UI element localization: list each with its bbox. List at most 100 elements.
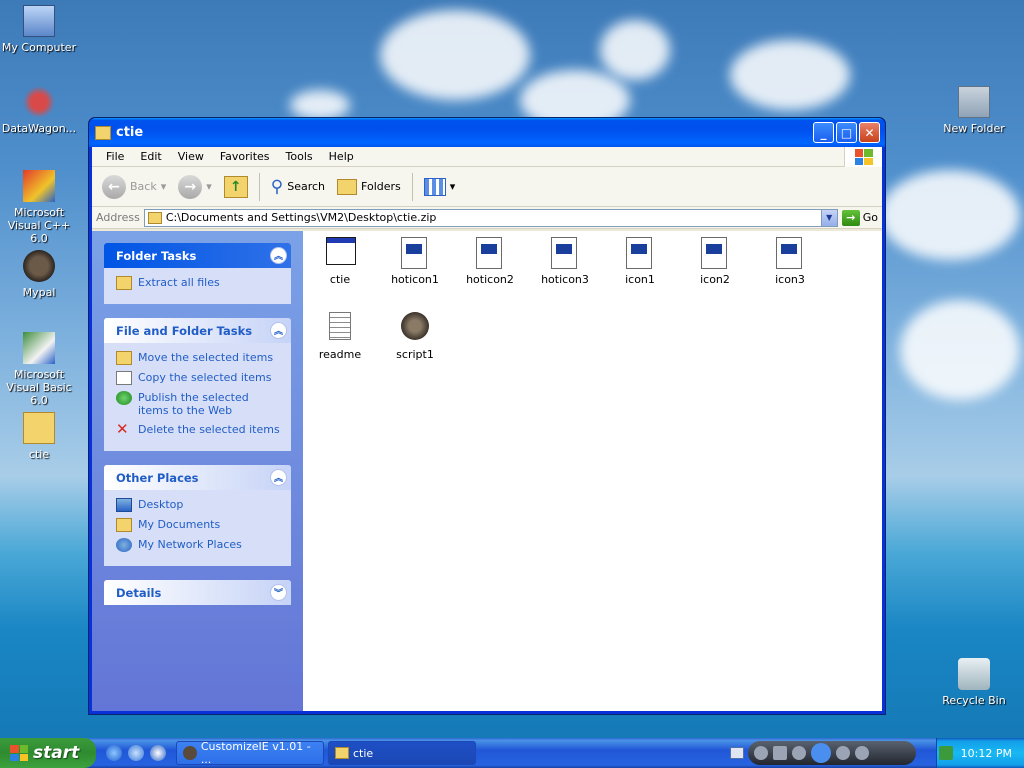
forward-arrow-icon: → xyxy=(178,174,203,199)
file-item[interactable]: hoticon3 xyxy=(528,237,602,286)
minimize-button[interactable]: _ xyxy=(813,122,834,143)
windows-logo-icon xyxy=(10,745,28,761)
views-icon xyxy=(423,177,446,196)
back-button[interactable]: ← Back ▾ xyxy=(98,173,170,201)
clock[interactable]: 10:12 PM xyxy=(961,747,1012,760)
desktop-icon-visual-cpp[interactable]: Microsoft Visual C++ 6.0 xyxy=(0,170,79,245)
file-item[interactable]: readme xyxy=(303,312,377,361)
desktop-icon-mypal[interactable]: Mypal xyxy=(0,250,79,299)
details-header[interactable]: Details ︾ xyxy=(104,580,291,605)
system-tray: 10:12 PM xyxy=(936,738,1024,768)
place-my-network-places[interactable]: My Network Places xyxy=(116,538,281,552)
media-player-icon[interactable] xyxy=(150,745,166,761)
search-button[interactable]: ⚲ Search xyxy=(267,175,329,199)
file-item[interactable]: icon1 xyxy=(603,237,677,286)
desktop-icon-datawagon[interactable]: DataWagon... xyxy=(0,86,79,135)
file-item[interactable]: hoticon1 xyxy=(378,237,452,286)
my-computer-icon xyxy=(23,5,55,37)
windows-logo-icon xyxy=(844,147,882,167)
file-item[interactable]: hoticon2 xyxy=(453,237,527,286)
network-places-icon xyxy=(116,538,132,552)
task-publish-web[interactable]: Publish the selected items to the Web xyxy=(116,391,281,417)
media-volume-icon[interactable] xyxy=(855,746,869,760)
media-playpause-icon[interactable] xyxy=(811,743,831,763)
media-next-icon[interactable] xyxy=(836,746,850,760)
menu-tools[interactable]: Tools xyxy=(278,150,321,163)
bitmap-file-icon xyxy=(701,237,727,269)
task-extract-all-files[interactable]: Extract all files xyxy=(116,276,281,290)
outlook-express-icon[interactable] xyxy=(128,745,144,761)
views-button[interactable]: ▾ xyxy=(420,176,460,198)
taskbar: start CustomizeIE v1.01 - ... ctie 10:12… xyxy=(0,738,1024,768)
folder-icon xyxy=(958,86,990,118)
place-my-documents[interactable]: My Documents xyxy=(116,518,281,532)
desktop-icon-visual-basic[interactable]: Microsoft Visual Basic 6.0 xyxy=(0,332,79,407)
task-pane: Folder Tasks ︽ Extract all files File an… xyxy=(92,231,303,711)
task-move-items[interactable]: Move the selected items xyxy=(116,351,281,365)
desktop-icon xyxy=(116,498,132,512)
file-item[interactable]: icon3 xyxy=(753,237,827,286)
file-folder-tasks-header[interactable]: File and Folder Tasks ︽ xyxy=(104,318,291,343)
taskbar-button-ctie[interactable]: ctie xyxy=(328,741,476,765)
visual-basic-shortcut-icon xyxy=(23,332,55,364)
bitmap-file-icon xyxy=(626,237,652,269)
place-desktop[interactable]: Desktop xyxy=(116,498,281,512)
collapse-chevron-icon[interactable]: ︽ xyxy=(270,322,287,339)
media-play-icon[interactable] xyxy=(754,746,768,760)
zip-folder-icon xyxy=(23,412,55,444)
media-prev-icon[interactable] xyxy=(792,746,806,760)
menu-help[interactable]: Help xyxy=(321,150,362,163)
start-button[interactable]: start xyxy=(0,738,96,768)
menu-favorites[interactable]: Favorites xyxy=(212,150,278,163)
network-tray-icon[interactable] xyxy=(938,746,953,760)
menu-file[interactable]: File xyxy=(98,150,132,163)
folder-tasks-panel: Folder Tasks ︽ Extract all files xyxy=(104,243,291,304)
desktop-icon-ctie[interactable]: ctie xyxy=(0,412,79,461)
bitmap-file-icon xyxy=(476,237,502,269)
explorer-window: ctie _ □ ✕ File Edit View Favorites Tool… xyxy=(88,117,886,715)
expand-chevron-icon[interactable]: ︾ xyxy=(270,584,287,601)
back-dropdown-icon[interactable]: ▾ xyxy=(161,180,167,193)
task-copy-items[interactable]: Copy the selected items xyxy=(116,371,281,385)
collapse-chevron-icon[interactable]: ︽ xyxy=(270,469,287,486)
address-bar: Address C:\Documents and Settings\VM2\De… xyxy=(92,207,882,229)
views-dropdown-icon: ▾ xyxy=(449,180,456,193)
folders-icon xyxy=(337,178,358,195)
taskbar-button-customizeie[interactable]: CustomizeIE v1.01 - ... xyxy=(176,740,324,766)
other-places-header[interactable]: Other Places ︽ xyxy=(104,465,291,490)
recycle-bin-icon xyxy=(958,658,990,690)
file-item[interactable]: ctie xyxy=(303,237,377,286)
desktop-icon-my-computer[interactable]: My Computer xyxy=(0,5,79,54)
file-folder-tasks-panel: File and Folder Tasks ︽ Move the selecte… xyxy=(104,318,291,451)
maximize-button[interactable]: □ xyxy=(836,122,857,143)
globe-icon xyxy=(116,391,132,405)
extract-icon xyxy=(116,276,132,290)
folder-tasks-header[interactable]: Folder Tasks ︽ xyxy=(104,243,291,268)
close-button[interactable]: ✕ xyxy=(859,122,880,143)
menu-view[interactable]: View xyxy=(170,150,212,163)
collapse-chevron-icon[interactable]: ︽ xyxy=(270,247,287,264)
go-button[interactable]: → Go xyxy=(841,209,878,226)
task-delete-items[interactable]: ✕ Delete the selected items xyxy=(116,420,281,438)
address-value: C:\Documents and Settings\VM2\Desktop\ct… xyxy=(165,211,437,224)
desktop-icon-new-folder[interactable]: New Folder xyxy=(934,86,1014,135)
keyboard-icon[interactable] xyxy=(730,747,744,759)
menu-edit[interactable]: Edit xyxy=(132,150,169,163)
address-field[interactable]: C:\Documents and Settings\VM2\Desktop\ct… xyxy=(143,208,838,227)
window-titlebar[interactable]: ctie _ □ ✕ xyxy=(89,118,885,147)
media-stop-icon[interactable] xyxy=(773,746,787,760)
address-dropdown-icon[interactable]: ▼ xyxy=(820,209,837,226)
file-list: ctie hoticon1 hoticon2 hoticon3 icon1 ic… xyxy=(303,231,882,711)
folders-button[interactable]: Folders xyxy=(333,177,405,197)
up-button[interactable]: ↑ xyxy=(220,174,252,200)
media-player-toolbar xyxy=(748,741,916,765)
forward-button[interactable]: → ▾ xyxy=(174,173,216,201)
delete-x-icon: ✕ xyxy=(116,420,129,438)
file-item[interactable]: icon2 xyxy=(678,237,752,286)
internet-explorer-icon[interactable] xyxy=(106,745,122,761)
zip-folder-icon xyxy=(147,211,162,224)
desktop-icon-recycle-bin[interactable]: Recycle Bin xyxy=(934,658,1014,707)
file-item[interactable]: script1 xyxy=(378,312,452,361)
toolbar: ← Back ▾ → ▾ ↑ ⚲ Search Folders ▾ xyxy=(92,167,882,207)
forward-dropdown-icon[interactable]: ▾ xyxy=(206,180,212,193)
